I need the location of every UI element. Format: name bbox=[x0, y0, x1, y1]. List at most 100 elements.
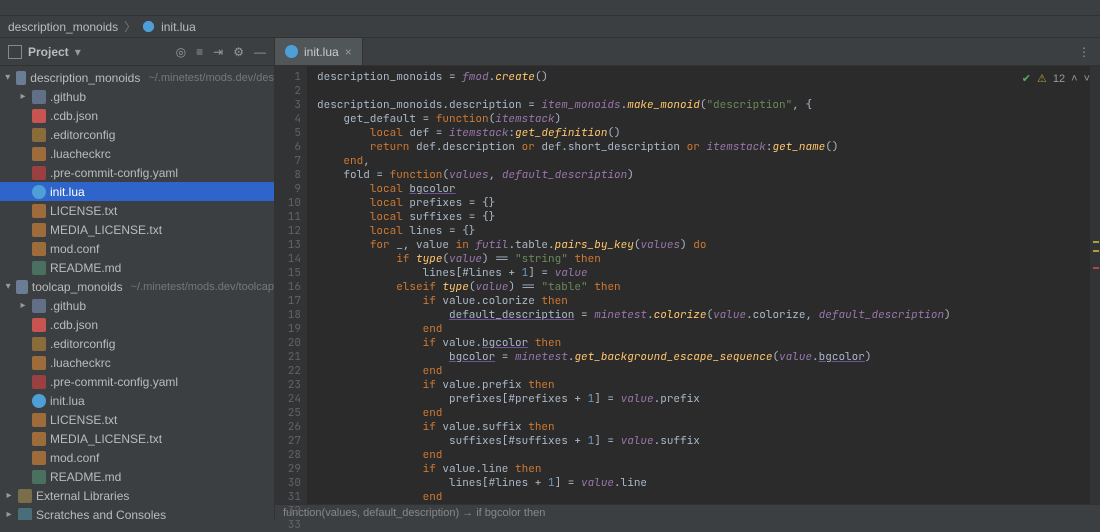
tree-file[interactable]: .luacheckrc bbox=[0, 353, 274, 372]
txt-icon bbox=[32, 356, 46, 370]
tree-label: .editorconfig bbox=[50, 337, 115, 351]
tree-file[interactable]: .editorconfig bbox=[0, 125, 274, 144]
tree-file[interactable]: MEDIA_LICENSE.txt bbox=[0, 220, 274, 239]
tree-label: mod.conf bbox=[50, 242, 99, 256]
tree-file[interactable]: mod.conf bbox=[0, 239, 274, 258]
tree-folder[interactable]: ▸ Scratches and Consoles bbox=[0, 505, 274, 520]
editor-tabs: init.lua × ⋮ bbox=[275, 38, 1100, 66]
breadcrumb-root[interactable]: description_monoids bbox=[8, 20, 118, 34]
tree-file[interactable]: .pre-commit-config.yaml bbox=[0, 163, 274, 182]
md-icon bbox=[32, 470, 46, 484]
sidebar-header: Project ▾ ◎ ≡ ⇥ ⚙ — bbox=[0, 38, 274, 66]
check-icon: ✔ bbox=[1022, 72, 1031, 85]
cfg-icon bbox=[32, 128, 46, 142]
tree-label: .luacheckrc bbox=[50, 356, 111, 370]
breadcrumb-file[interactable]: init.lua bbox=[161, 20, 196, 34]
tree-file[interactable]: LICENSE.txt bbox=[0, 201, 274, 220]
code-editor[interactable]: description_monoids = fmod.create() desc… bbox=[307, 66, 1090, 504]
target-icon[interactable]: ◎ bbox=[176, 45, 186, 59]
tree-file[interactable]: MEDIA_LICENSE.txt bbox=[0, 429, 274, 448]
chevron-icon[interactable]: ▸ bbox=[18, 300, 28, 311]
warning-count: 12 bbox=[1053, 73, 1065, 85]
folder-root-icon bbox=[16, 280, 28, 294]
yaml-icon bbox=[32, 166, 46, 180]
tree-path: ~/.minetest/mods.dev/des bbox=[148, 72, 274, 84]
tree-path: ~/.minetest/mods.dev/toolcap bbox=[131, 281, 274, 293]
folder-icon bbox=[32, 90, 46, 104]
close-icon[interactable]: × bbox=[345, 45, 352, 59]
tree-label: mod.conf bbox=[50, 451, 99, 465]
down-icon[interactable]: ˅ bbox=[1084, 73, 1090, 85]
tree-label: .editorconfig bbox=[50, 128, 115, 142]
tree-file[interactable]: .pre-commit-config.yaml bbox=[0, 372, 274, 391]
tree-file[interactable]: .cdb.json bbox=[0, 315, 274, 334]
tree-file[interactable]: init.lua bbox=[0, 391, 274, 410]
up-icon[interactable]: ˄ bbox=[1071, 73, 1077, 85]
project-sidebar: Project ▾ ◎ ≡ ⇥ ⚙ — ▾ description_monoids… bbox=[0, 38, 275, 520]
lua-icon bbox=[32, 394, 46, 408]
tab-menu-icon[interactable]: ⋮ bbox=[1068, 38, 1100, 65]
tree-file[interactable]: LICENSE.txt bbox=[0, 410, 274, 429]
txt-icon bbox=[32, 242, 46, 256]
chevron-right-icon: 〉 bbox=[124, 18, 136, 35]
tree-folder[interactable]: ▸ External Libraries bbox=[0, 486, 274, 505]
tree-folder[interactable]: ▸ .github bbox=[0, 87, 274, 106]
txt-icon bbox=[32, 147, 46, 161]
tree-label: .github bbox=[50, 299, 86, 313]
collapse-icon[interactable]: ⇥ bbox=[213, 45, 223, 59]
lua-icon bbox=[32, 185, 46, 199]
tab-label: init.lua bbox=[304, 45, 339, 59]
tree-label: description_monoids bbox=[30, 71, 140, 85]
tree-folder[interactable]: ▾toolcap_monoids~/.minetest/mods.dev/too… bbox=[0, 277, 274, 296]
project-tree[interactable]: ▾ description_monoids ~/.minetest/mods.dev… bbox=[0, 66, 274, 520]
dropdown-caret-icon[interactable]: ▾ bbox=[75, 45, 81, 59]
top-toolbar bbox=[0, 0, 1100, 16]
tree-file[interactable]: mod.conf bbox=[0, 448, 274, 467]
hide-icon[interactable]: — bbox=[254, 45, 266, 59]
tree-label: .pre-commit-config.yaml bbox=[50, 166, 178, 180]
tree-file[interactable]: .cdb.json bbox=[0, 106, 274, 125]
tree-label: init.lua bbox=[50, 185, 85, 199]
warning-icon: ⚠ bbox=[1037, 72, 1047, 85]
editor-area: init.lua × ⋮ 123456789101112131415161718… bbox=[275, 38, 1100, 520]
chevron-icon[interactable]: ▸ bbox=[18, 91, 28, 102]
tree-file[interactable]: .luacheckrc bbox=[0, 144, 274, 163]
breadcrumb: description_monoids 〉 init.lua bbox=[0, 16, 1100, 38]
tree-file[interactable]: README.md bbox=[0, 467, 274, 486]
settings-icon[interactable]: ⚙ bbox=[233, 45, 244, 59]
line-gutter[interactable]: 1234567891011121314151617181920212223242… bbox=[275, 66, 307, 504]
tree-file[interactable]: .editorconfig bbox=[0, 334, 274, 353]
txt-icon bbox=[32, 223, 46, 237]
lua-file-icon bbox=[142, 20, 155, 33]
md-icon bbox=[32, 261, 46, 275]
folder-root-icon bbox=[16, 71, 27, 85]
tree-label: .github bbox=[50, 90, 86, 104]
inspection-status[interactable]: ✔ ⚠ 12 ˄ ˅ bbox=[1022, 72, 1090, 85]
scratch-icon bbox=[18, 508, 32, 521]
tree-label: LICENSE.txt bbox=[50, 204, 117, 218]
txt-icon bbox=[32, 204, 46, 218]
project-icon bbox=[8, 45, 22, 59]
json-icon bbox=[32, 109, 46, 123]
chevron-icon[interactable]: ▸ bbox=[4, 509, 14, 520]
tree-file[interactable]: init.lua bbox=[0, 182, 274, 201]
marker-stripe[interactable] bbox=[1090, 66, 1100, 504]
tree-label: .cdb.json bbox=[50, 318, 98, 332]
chevron-icon[interactable]: ▾ bbox=[4, 281, 12, 292]
structure-breadcrumb[interactable]: function(values, default_description) → … bbox=[275, 504, 1100, 520]
txt-icon bbox=[32, 451, 46, 465]
folder-icon bbox=[32, 299, 46, 313]
sidebar-title[interactable]: Project bbox=[28, 45, 69, 59]
tree-file[interactable]: README.md bbox=[0, 258, 274, 277]
json-icon bbox=[32, 318, 46, 332]
tree-folder[interactable]: ▸ .github bbox=[0, 296, 274, 315]
yaml-icon bbox=[32, 375, 46, 389]
tree-folder[interactable]: ▾ description_monoids ~/.minetest/mods.dev… bbox=[0, 68, 274, 87]
tab-init-lua[interactable]: init.lua × bbox=[275, 38, 363, 65]
tree-label: Scratches and Consoles bbox=[36, 508, 166, 521]
tree-label: External Libraries bbox=[36, 489, 129, 503]
chevron-icon[interactable]: ▾ bbox=[4, 72, 12, 83]
txt-icon bbox=[32, 413, 46, 427]
chevron-icon[interactable]: ▸ bbox=[4, 490, 14, 501]
expand-icon[interactable]: ≡ bbox=[196, 45, 203, 59]
